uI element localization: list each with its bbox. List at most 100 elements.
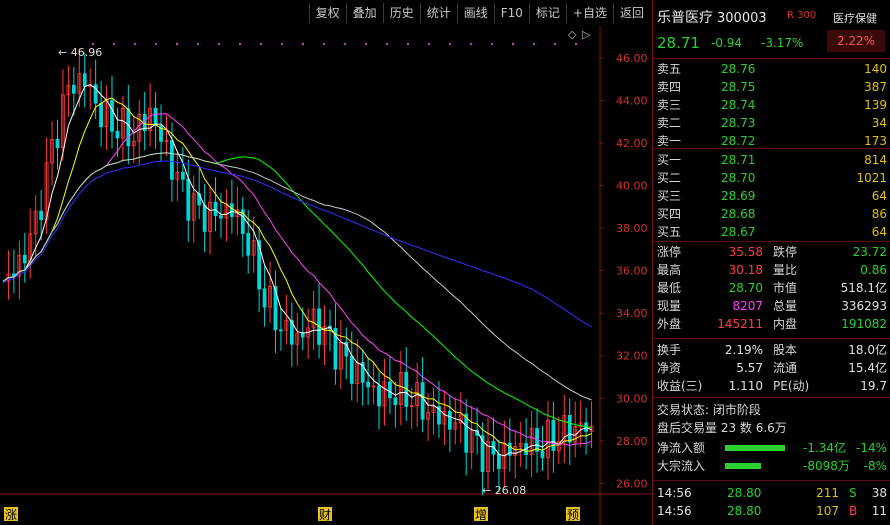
signal-dot [491,43,493,45]
level-price: 28.70 [721,171,756,185]
signal-dot [512,43,514,45]
level-label: 卖三 [657,98,682,112]
candle-body [39,210,44,221]
stat-label: 流通 [773,361,798,375]
stat-label: 外盘 [657,317,682,331]
stat-label: 最低 [657,281,682,295]
toolbar-button-2[interactable]: 历史 [382,3,420,23]
quote-panel: 乐普医疗 300003 R 300 医疗保健 2.22% 28.71 -0.94 … [652,0,890,525]
level-label: 买三 [657,189,682,203]
signal-dot [218,43,220,45]
signal-dot [449,43,451,45]
toolbar-button-4[interactable]: 画线 [456,3,494,23]
signal-dot [134,43,136,45]
stat-value: 5.57 [736,361,763,375]
y-tick-label: 28.00 [616,435,648,448]
flow-pct: -14% [855,441,887,455]
candle-body [55,138,60,149]
tick-price: 28.80 [727,504,762,518]
trade-status-text: 交易状态: 闭市阶段 [657,403,761,417]
bid-row[interactable]: 买一 28.71 814 [653,151,890,169]
candle-body [153,107,158,127]
event-marker: 预 [567,508,579,522]
bid-row[interactable]: 买五 28.67 64 [653,223,890,241]
ma10-line [2,97,592,452]
toolbar-button-7[interactable]: +自选 [565,3,613,23]
stat-value: 1.110 [728,379,763,393]
bid-row[interactable]: 买二 28.70 1021 [653,169,890,187]
quote-header: 乐普医疗 300003 R 300 医疗保健 2.22% 28.71 -0.94 … [653,0,890,58]
toolbar-button-1[interactable]: 叠加 [345,3,383,23]
stock-name: 乐普医疗 300003 [657,10,767,26]
stat-label: 涨停 [657,245,682,259]
level-price: 28.76 [721,62,756,76]
candle-body [71,84,76,94]
level-price: 28.68 [721,207,756,221]
y-tick-label: 42.00 [616,137,648,150]
high-annotation: ← 46.96 [58,46,102,59]
bid-row[interactable]: 买三 28.69 64 [653,187,890,205]
stat-value: 8207 [732,299,763,313]
stat-label: 最高 [657,263,682,277]
level-price: 28.73 [721,116,756,130]
stat-label: 市值 [773,281,798,295]
level-label: 卖四 [657,80,682,94]
toolbar-button-8[interactable]: 返回 [612,3,650,23]
candle-body [420,382,425,420]
y-tick-label: 46.00 [616,52,648,65]
ask-row[interactable]: 卖四 28.75 387 [653,78,890,96]
signal-dot [176,43,178,45]
candle-body [540,450,545,459]
ma20-line [2,113,592,446]
stat-label: 净资 [657,361,682,375]
flow-value: -1.34亿 [803,441,847,455]
kline-chart[interactable]: 46.00 44.00 42.00 40.00 38.00 36.00 34.00 32.00… [0,26,652,525]
signal-dot [428,43,430,45]
play-icon: ▷ [582,28,591,41]
stat-label: PE(动) [773,379,810,393]
toolbar-button-0[interactable]: 复权 [308,3,346,23]
tick-count: 38 [871,486,887,500]
candle-body [464,413,469,453]
level-price: 28.71 [721,153,756,167]
stat-label: 收益(三) [657,379,703,393]
stat-value: 30.18 [728,263,763,277]
level-price: 28.67 [721,225,756,239]
last-price: 28.71 [657,34,700,52]
bid-row[interactable]: 买四 28.68 86 [653,205,890,223]
tick-side: B [849,504,858,518]
stat-row: 收益(三) 1.110 PE(动) 19.7 [653,377,890,395]
toolbar-button-3[interactable]: 统计 [419,3,457,23]
price-change: -0.94 [711,36,743,50]
toolbar-button-5[interactable]: F10 [493,3,529,23]
signal-dot [155,43,157,45]
tick-volume: 107 [816,504,839,518]
level-volume: 140 [864,62,887,76]
divider [653,58,890,59]
y-tick-label: 26.00 [616,477,648,490]
candle-body [497,453,501,469]
trade-status: 交易状态: 闭市阶段 [653,401,890,419]
flow-row: 净流入额 -1.34亿 -14% [653,439,890,457]
toolbar-button-6[interactable]: 标记 [528,3,566,23]
stat-label: 量比 [773,263,798,277]
candle-body [393,397,398,406]
signal-dot [92,43,94,45]
stat-row: 外盘 145211 内盘 191082 [653,315,890,333]
signal-dot [113,43,115,45]
concept-label[interactable]: 医疗保健 [833,10,877,26]
ask-row[interactable]: 卖三 28.74 139 [653,96,890,114]
signal-dot [575,43,577,45]
concept-value: 2.22% [827,30,885,52]
stat-value: 2.19% [724,343,763,357]
candle-body [349,355,354,384]
tick-volume: 211 [816,486,839,500]
level-volume: 387 [864,80,887,94]
after-hours-text: 盘后交易量 23 数 6.6万 [657,421,787,435]
flow-label: 净流入额 [657,441,706,455]
ask-row[interactable]: 卖五 28.76 140 [653,60,890,78]
after-hours: 盘后交易量 23 数 6.6万 [653,419,890,437]
ask-row[interactable]: 卖二 28.73 34 [653,114,890,132]
event-marker: 财 [319,508,331,522]
stat-row: 最高 30.18 量比 0.86 [653,261,890,279]
